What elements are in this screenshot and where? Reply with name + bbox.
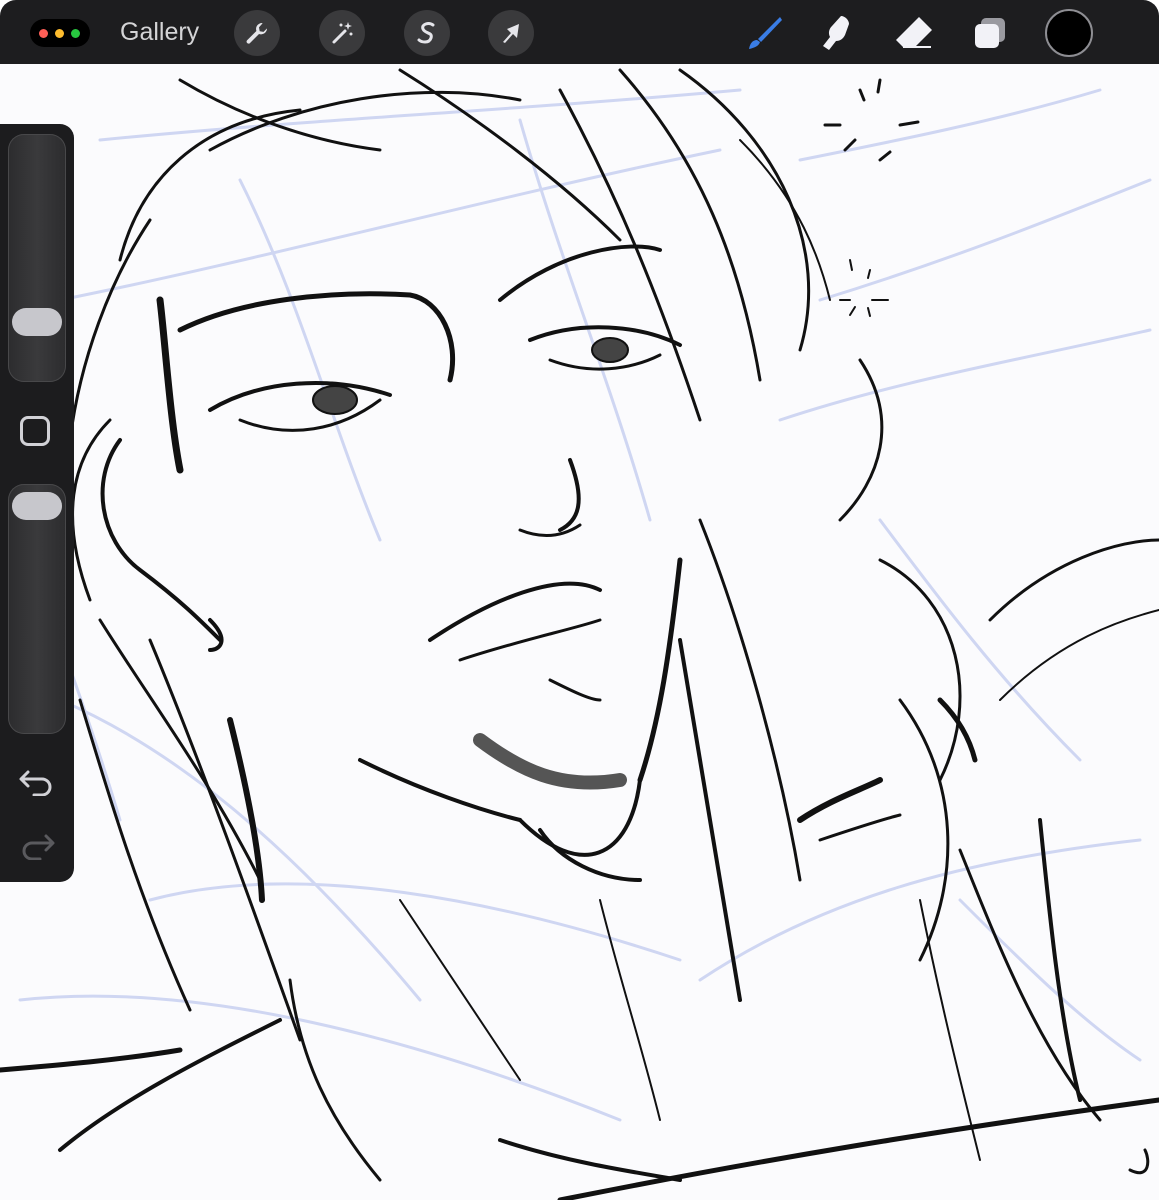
brush-size-thumb[interactable] xyxy=(12,308,62,336)
opacity-slider[interactable] xyxy=(8,484,66,734)
arrow-cursor-icon xyxy=(503,24,519,43)
wrench-icon xyxy=(246,23,267,44)
dot-icon xyxy=(39,29,48,38)
transform-button[interactable] xyxy=(488,10,534,56)
smudge-finger-icon xyxy=(823,16,849,50)
left-sidebar xyxy=(0,124,74,882)
brush-size-slider[interactable] xyxy=(8,134,66,382)
adjustments-button[interactable] xyxy=(319,10,365,56)
selection-button[interactable] xyxy=(404,10,450,56)
selection-s-icon xyxy=(417,22,435,44)
color-picker-button[interactable] xyxy=(1045,9,1093,57)
opacity-thumb[interactable] xyxy=(12,492,62,520)
sketch-layer xyxy=(18,88,1152,1122)
top-toolbar: Gallery xyxy=(0,0,1159,64)
dot-icon xyxy=(55,29,64,38)
eraser-icon xyxy=(896,17,932,48)
smudge-tool-button[interactable] xyxy=(817,12,861,54)
modify-button[interactable] xyxy=(20,416,50,446)
sketch-artwork xyxy=(0,68,1159,1200)
actions-button[interactable] xyxy=(234,10,280,56)
more-menu-button[interactable] xyxy=(30,19,90,47)
magic-wand-icon xyxy=(332,22,353,44)
dot-icon xyxy=(71,29,80,38)
undo-arrow-icon[interactable] xyxy=(18,766,56,796)
layers-button[interactable] xyxy=(968,12,1012,54)
ink-layer xyxy=(0,68,1159,1200)
redo-arrow-icon[interactable] xyxy=(18,830,56,860)
gallery-button[interactable]: Gallery xyxy=(120,16,199,48)
brush-tool-button[interactable] xyxy=(742,12,786,54)
brush-icon xyxy=(749,17,782,49)
eraser-tool-button[interactable] xyxy=(892,12,936,54)
layers-icon xyxy=(975,18,1005,48)
drawing-canvas[interactable] xyxy=(0,64,1159,1200)
